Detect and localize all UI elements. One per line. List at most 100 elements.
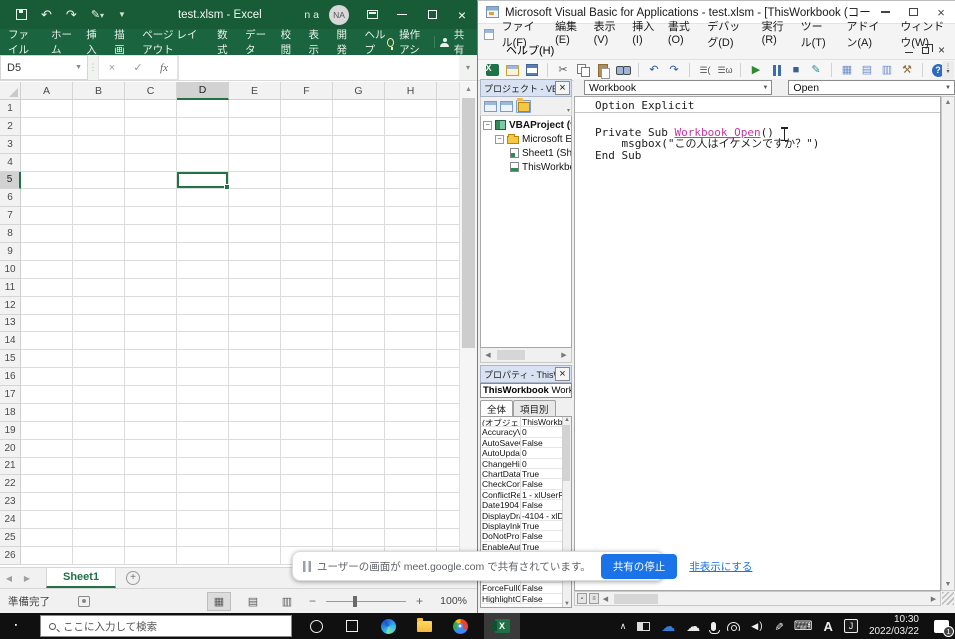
cell-D3[interactable] [177,136,229,154]
property-row[interactable]: ConflictResolution1 - xlUserResolution [481,490,571,500]
cell-H8[interactable] [385,225,437,243]
cell-B23[interactable] [73,493,125,511]
cell-C14[interactable] [125,332,177,350]
cell-E17[interactable] [229,386,281,404]
cell-D17[interactable] [177,386,229,404]
cell-E22[interactable] [229,475,281,493]
cell-G21[interactable] [333,458,385,476]
scroll-left-icon[interactable]: ◀ [481,351,495,359]
cell-A22[interactable] [21,475,73,493]
cell-B5[interactable] [73,172,125,190]
redo-icon[interactable]: ↷ [66,8,77,21]
tree-item-sheet[interactable]: Sheet1 (Sheet1) [481,146,571,160]
row-header-13[interactable]: 13 [0,315,21,333]
cell-C17[interactable] [125,386,177,404]
scroll-up-icon[interactable]: ▲ [564,417,570,423]
cell-E14[interactable] [229,332,281,350]
cell-partial[interactable] [437,529,459,547]
ribbon-tab-6[interactable]: データ [245,27,267,57]
ribbon-tab-5[interactable]: 数式 [217,27,232,57]
row-header-14[interactable]: 14 [0,332,21,350]
taskbar-search[interactable]: ここに入力して検索 [40,615,292,637]
property-row[interactable]: AccuracyVersion0 [481,427,571,437]
cell-G19[interactable] [333,422,385,440]
ime-a-icon[interactable]: A [824,619,833,634]
cell-C16[interactable] [125,368,177,386]
cell-C12[interactable] [125,297,177,315]
code-vscrollbar[interactable]: ▲ ▼ [941,96,955,591]
cell-C3[interactable] [125,136,177,154]
cell-H11[interactable] [385,279,437,297]
cell-partial[interactable] [437,350,459,368]
cell-E12[interactable] [229,297,281,315]
cell-E24[interactable] [229,511,281,529]
cell-C13[interactable] [125,315,177,333]
scroll-right-icon[interactable]: ▶ [557,351,571,359]
mdi-minimize-icon[interactable] [905,52,913,53]
row-header-10[interactable]: 10 [0,261,21,279]
qat-customize-icon[interactable]: ▼ [118,10,126,19]
procedure-dropdown[interactable]: Open ▼ [788,80,955,95]
cell-H17[interactable] [385,386,437,404]
cell-E4[interactable] [229,154,281,172]
cell-B7[interactable] [73,207,125,225]
cell-E18[interactable] [229,404,281,422]
undo-icon[interactable]: ↶ [646,63,662,78]
zoom-thumb[interactable] [353,596,357,607]
cell-G7[interactable] [333,207,385,225]
column-header-H[interactable]: H [385,82,437,100]
cell-F22[interactable] [281,475,333,493]
property-row[interactable]: ForceFullCalculationFalse [481,583,571,593]
onedrive-icon[interactable]: ☁ [661,618,675,635]
code-line[interactable]: msgbox("この人はイケメンですか？") [595,138,940,150]
cell-partial[interactable] [437,207,459,225]
cell-H22[interactable] [385,475,437,493]
cell-partial[interactable] [437,458,459,476]
cell-H5[interactable] [385,172,437,190]
property-row[interactable]: DisplayDrawingObjects-4104 - xlDisplaySh… [481,511,571,521]
cell-partial[interactable] [437,100,459,118]
cell-B11[interactable] [73,279,125,297]
cell-H12[interactable] [385,297,437,315]
cell-F23[interactable] [281,493,333,511]
task-view-icon[interactable] [340,614,364,638]
cell-D23[interactable] [177,493,229,511]
pen-mode-icon[interactable]: ✎▾ [91,8,104,21]
paste-icon[interactable] [595,63,611,78]
cell-A3[interactable] [21,136,73,154]
scroll-down-icon[interactable]: ▼ [564,601,570,607]
cell-G12[interactable] [333,297,385,315]
display-icon[interactable] [637,622,650,631]
undo-icon[interactable]: ↶ [41,8,52,21]
cell-G23[interactable] [333,493,385,511]
cell-B8[interactable] [73,225,125,243]
cell-F21[interactable] [281,458,333,476]
property-row[interactable]: AutoUpdateFrequency0 [481,448,571,458]
mdi-restore-icon[interactable] [922,47,929,54]
ribbon-tab-4[interactable]: ページ レイアウト [142,27,204,57]
cell-A26[interactable] [21,547,73,565]
property-row[interactable]: ChartDataPointTrackTrue [481,469,571,479]
cell-G25[interactable] [333,529,385,547]
cell-E8[interactable] [229,225,281,243]
cell-G5[interactable] [333,172,385,190]
cell-D4[interactable] [177,154,229,172]
zoom-slider[interactable] [326,601,406,602]
file-explorer-icon[interactable] [412,614,436,638]
cell-C4[interactable] [125,154,177,172]
reset-icon[interactable]: ■ [788,63,804,78]
cell-C21[interactable] [125,458,177,476]
view-code-icon[interactable] [484,101,497,112]
cell-H10[interactable] [385,261,437,279]
cell-B13[interactable] [73,315,125,333]
cell-G8[interactable] [333,225,385,243]
break-icon[interactable] [768,63,784,78]
scrollbar-thumb[interactable] [497,350,525,360]
tell-me-label[interactable]: 操作アシ [399,27,429,57]
cell-E19[interactable] [229,422,281,440]
microphone-icon[interactable] [711,622,716,631]
row-header-23[interactable]: 23 [0,493,21,511]
page-break-view-button[interactable]: ▥ [275,592,299,611]
normal-view-button[interactable]: ▦ [207,592,231,611]
row-header-24[interactable]: 24 [0,511,21,529]
